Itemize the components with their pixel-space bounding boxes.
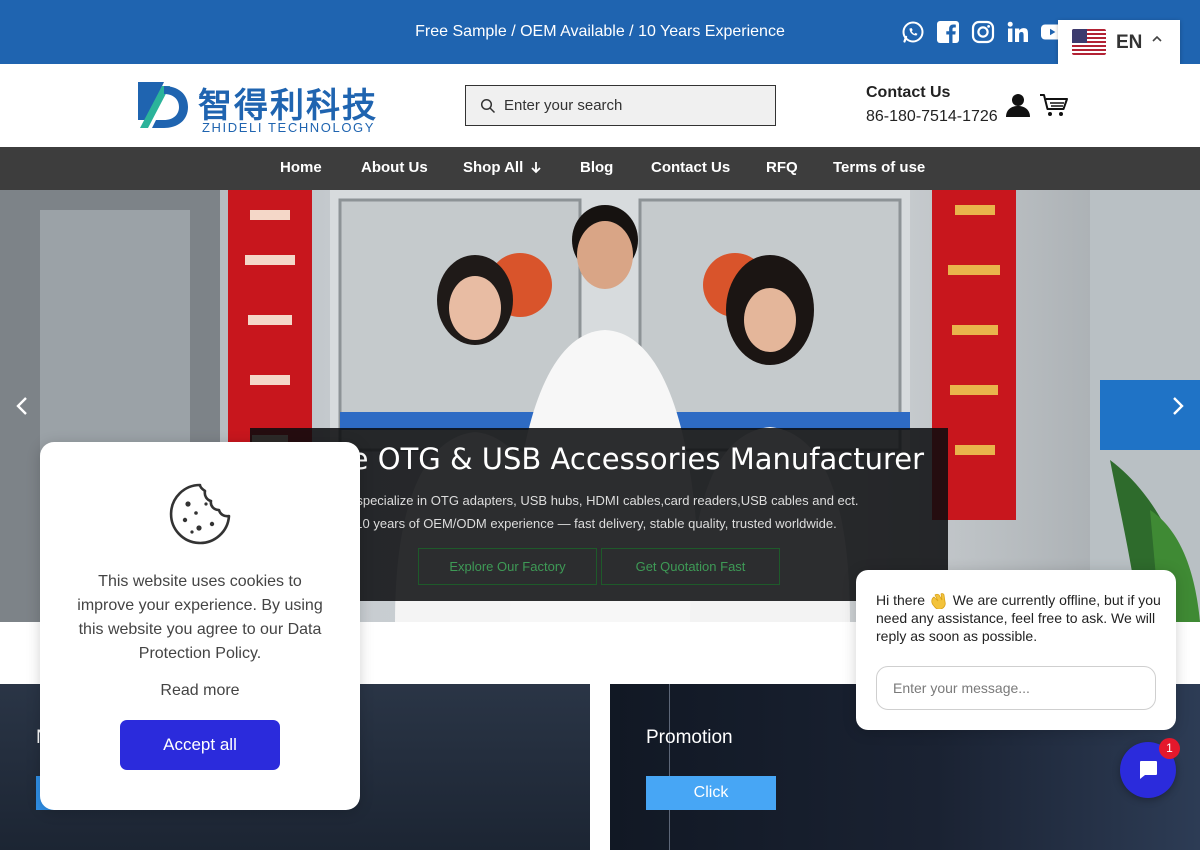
accept-all-button[interactable]: Accept all <box>120 720 280 770</box>
nav-item-about-us[interactable]: About Us <box>361 147 428 190</box>
cookie-icon <box>169 483 231 545</box>
search-icon[interactable] <box>480 98 496 114</box>
linkedin-icon[interactable] <box>1006 20 1030 44</box>
logo-mark-icon[interactable] <box>134 76 192 134</box>
youtube-icon[interactable] <box>1040 20 1063 44</box>
nav-item-shop-all[interactable]: Shop All <box>463 147 543 190</box>
chat-notification-badge: 1 <box>1159 738 1180 759</box>
cookie-message: This website uses cookies to improve you… <box>77 573 323 662</box>
waving-hand-icon <box>931 593 946 610</box>
chat-message: Hi there We are currently offline, but i… <box>876 591 1166 645</box>
cookie-read-more-link[interactable]: Read more <box>40 682 360 700</box>
chat-message-input[interactable] <box>876 666 1156 710</box>
divider <box>669 684 670 850</box>
get-quotation-button[interactable]: Get Quotation Fast <box>601 548 780 585</box>
language-selector[interactable]: EN <box>1058 20 1180 64</box>
whatsapp-icon[interactable] <box>901 20 925 44</box>
chat-message-greeting: Hi there <box>876 592 929 608</box>
nav-item-rfq[interactable]: RFQ <box>766 147 798 190</box>
nav-item-blog[interactable]: Blog <box>580 147 613 190</box>
promotion-title: Promotion <box>646 727 733 748</box>
logo-english-text: ZHIDELI TECHNOLOGY <box>202 120 376 135</box>
search-input[interactable] <box>504 92 764 119</box>
main-navigation: Home About Us Shop All Blog Contact Us R… <box>0 147 1200 190</box>
facebook-icon[interactable] <box>936 20 960 44</box>
cookie-consent-banner: This website uses cookies to improve you… <box>40 442 360 810</box>
us-flag-icon <box>1072 29 1106 55</box>
arrow-down-icon <box>531 162 541 174</box>
announcement-bar: Free Sample / OEM Available / 10 Years E… <box>0 0 1200 64</box>
cart-icon[interactable] <box>1039 92 1069 118</box>
chat-bubble-icon <box>1140 761 1157 779</box>
nav-item-terms-of-use[interactable]: Terms of use <box>833 147 925 190</box>
chevron-up-icon <box>1152 35 1162 42</box>
contact-label[interactable]: Contact Us <box>866 84 950 102</box>
search-box[interactable] <box>465 85 776 126</box>
nav-item-home[interactable]: Home <box>280 147 322 190</box>
instagram-icon[interactable] <box>971 20 995 44</box>
chat-popup: Hi there We are currently offline, but i… <box>856 570 1176 730</box>
promotion-click-button[interactable]: Click <box>646 776 776 810</box>
slider-next-arrow-icon[interactable] <box>1169 394 1187 418</box>
language-label: EN <box>1116 32 1143 53</box>
nav-item-contact-us[interactable]: Contact Us <box>651 147 730 190</box>
user-account-icon[interactable] <box>1005 92 1031 118</box>
nav-item-shop-all-label: Shop All <box>463 159 524 176</box>
contact-phone[interactable]: 86-180-7514-1726 <box>866 108 998 126</box>
site-header: 智得利科技 ZHIDELI TECHNOLOGY Contact Us 86-1… <box>0 64 1200 147</box>
slider-prev-arrow-icon[interactable] <box>13 394 31 418</box>
explore-factory-button[interactable]: Explore Our Factory <box>418 548 597 585</box>
